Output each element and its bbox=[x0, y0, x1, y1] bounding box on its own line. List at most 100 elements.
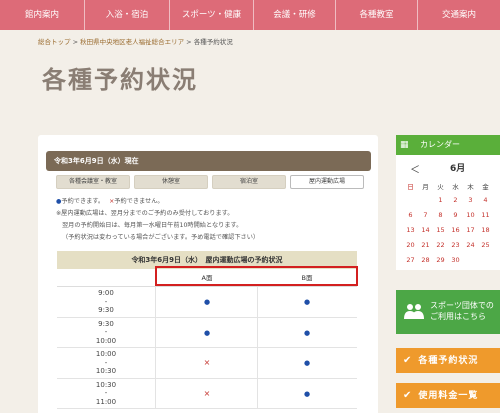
tab-lodging-rooms[interactable]: 宿泊室 bbox=[212, 175, 286, 189]
legend-unavailable-text: 予約できません。 bbox=[114, 198, 164, 205]
calendar-title: カレンダー bbox=[420, 140, 460, 149]
slot-start: 10:30 bbox=[95, 380, 117, 389]
tab-rest-rooms[interactable]: 休憩室 bbox=[134, 175, 208, 189]
slot-dash: - bbox=[104, 297, 108, 306]
calendar-day[interactable]: 9 bbox=[449, 211, 462, 219]
reservation-status-banner[interactable]: ✔ 各種予約状況 bbox=[396, 348, 500, 373]
calendar-day[interactable]: 28 bbox=[419, 256, 432, 264]
breadcrumb-parent-link[interactable]: 秋田県中央地区老人福祉総合エリア bbox=[80, 38, 184, 46]
note-booking-window: ※屋内運動広場は、翌月分までのご予約のみ受付しております。 bbox=[56, 210, 234, 217]
slot-a-status: × bbox=[203, 388, 211, 398]
cell-divider bbox=[155, 348, 156, 378]
calendar-day[interactable]: 23 bbox=[449, 241, 462, 249]
calendar-day[interactable]: 3 bbox=[464, 196, 477, 204]
breadcrumb-home-link[interactable]: 総合トップ bbox=[38, 38, 71, 46]
cell-divider bbox=[155, 287, 156, 317]
slot-dash: - bbox=[104, 358, 108, 367]
calendar-day[interactable]: 7 bbox=[419, 211, 432, 219]
calendar-day[interactable]: 8 bbox=[434, 211, 447, 219]
facility-tabs: 各種会議室・教室 休憩室 宿泊室 屋内運動広場 bbox=[56, 175, 368, 189]
legend: ●予約できます。 ×予約できません。 bbox=[56, 196, 259, 208]
nav-item-sports-health[interactable]: スポーツ・健康 bbox=[170, 0, 254, 30]
slot-b-status[interactable]: ● bbox=[257, 318, 357, 348]
slot-end: 10:00 bbox=[95, 336, 117, 345]
calendar-day[interactable]: 20 bbox=[404, 241, 417, 249]
nav-item-access[interactable]: 交通案内 bbox=[418, 0, 500, 30]
slot-end: 11:00 bbox=[95, 397, 117, 406]
fees-banner-label: 使用料金一覧 bbox=[418, 391, 479, 401]
calendar-day[interactable]: 10 bbox=[464, 211, 477, 219]
slot-b-status[interactable]: ● bbox=[257, 348, 357, 378]
calendar-day[interactable]: 29 bbox=[434, 256, 447, 264]
check-icon: ✔ bbox=[403, 355, 413, 366]
slot-start: 9:30 bbox=[98, 319, 114, 328]
breadcrumb-current: 各種予約状況 bbox=[193, 38, 233, 46]
calendar-weekday: 木 bbox=[467, 183, 474, 191]
calendar-day[interactable]: 24 bbox=[464, 241, 477, 249]
slot-a-status[interactable]: ● bbox=[157, 287, 257, 317]
calendar-header: ▦ カレンダー bbox=[396, 135, 500, 155]
tab-indoor-sports-field[interactable]: 屋内運動広場 bbox=[290, 175, 364, 189]
top-navigation: 館内案内 入浴・宿泊 スポーツ・健康 会議・研修 各種教室 交通案内 bbox=[0, 0, 500, 30]
breadcrumb-separator: > bbox=[184, 38, 194, 46]
slot-start: 10:00 bbox=[95, 350, 117, 358]
calendar-day[interactable]: 14 bbox=[419, 226, 432, 234]
calendar-day[interactable]: 1 bbox=[434, 196, 447, 204]
cell-divider bbox=[155, 317, 156, 348]
breadcrumb-separator: > bbox=[70, 38, 81, 46]
calendar-day[interactable]: 18 bbox=[479, 226, 492, 234]
calendar-day[interactable]: 2 bbox=[449, 196, 462, 204]
note-confirm-by-phone: （予約状況は変わっている場合がございます。予め電話で確認下さい） bbox=[62, 234, 260, 241]
area-highlight-box bbox=[155, 266, 358, 286]
calendar-nav: ＜ 6月 bbox=[396, 161, 500, 177]
calendar-month: 6月 bbox=[450, 164, 466, 174]
slot-time: 10:30-11:00 bbox=[57, 381, 155, 407]
calendar-day[interactable]: 6 bbox=[404, 211, 417, 219]
time-slots: 9:00-9:30 ● ● 9:30-10:00 ● ● 10:00-10:30… bbox=[57, 287, 357, 409]
calendar-icon: ▦ bbox=[400, 140, 409, 150]
check-icon: ✔ bbox=[403, 390, 413, 401]
calendar-day[interactable]: 22 bbox=[434, 241, 447, 249]
slot-end: 10:30 bbox=[95, 367, 117, 375]
calendar-day[interactable]: 17 bbox=[464, 226, 477, 234]
slot-a-status[interactable]: ● bbox=[157, 318, 257, 348]
calendar-day[interactable]: 27 bbox=[404, 256, 417, 264]
calendar-day[interactable]: 4 bbox=[479, 196, 492, 204]
slot-time: 10:00-10:30 bbox=[57, 350, 155, 376]
calendar-widget: ▦ カレンダー ＜ 6月 日 月 火 水 木 金 1 2 3 4 6 7 8 9 … bbox=[396, 135, 500, 270]
calendar-weekday: 金 bbox=[482, 183, 489, 191]
calendar-day[interactable]: 30 bbox=[449, 256, 462, 264]
nav-item-facility-guide[interactable]: 館内案内 bbox=[0, 0, 85, 30]
page-title: 各種予約状況 bbox=[42, 65, 198, 94]
calendar-day[interactable]: 11 bbox=[479, 211, 492, 219]
slot-time: 9:00-9:30 bbox=[57, 289, 155, 315]
breadcrumb: 総合トップ > 秋田県中央地区老人福祉総合エリア > 各種予約状況 bbox=[38, 36, 233, 46]
table-row: 9:30-10:00 ● ● bbox=[57, 317, 357, 348]
slot-dash: - bbox=[104, 389, 108, 397]
reservation-notes: ●予約できます。 ×予約できません。 ※屋内運動広場は、翌月分までのご予約のみ受… bbox=[56, 196, 259, 244]
calendar-day[interactable]: 13 bbox=[404, 226, 417, 234]
calendar-weekday: 日 bbox=[407, 183, 414, 191]
calendar-day[interactable]: 16 bbox=[449, 226, 462, 234]
table-row: 10:00-10:30 × ● bbox=[57, 348, 357, 379]
slot-start: 9:00 bbox=[98, 289, 114, 297]
sports-banner-line1: スポーツ団体での bbox=[430, 301, 494, 310]
calendar-day[interactable]: 21 bbox=[419, 241, 432, 249]
calendar-prev-button[interactable]: ＜ bbox=[410, 161, 420, 176]
nav-item-classes[interactable]: 各種教室 bbox=[336, 0, 418, 30]
status-date-bar: 令和3年6月9日（水）現在 bbox=[46, 151, 371, 171]
calendar-weekday: 火 bbox=[437, 183, 444, 191]
slot-b-status[interactable]: ● bbox=[257, 287, 357, 317]
sports-banner-line2: ご利用はこちら bbox=[430, 312, 486, 321]
sports-groups-banner[interactable]: スポーツ団体での ご利用はこちら bbox=[396, 290, 500, 334]
slot-dash: - bbox=[104, 328, 108, 336]
fees-banner[interactable]: ✔ 使用料金一覧 bbox=[396, 383, 500, 408]
nav-item-bath-stay[interactable]: 入浴・宿泊 bbox=[85, 0, 170, 30]
calendar-day[interactable]: 25 bbox=[479, 241, 492, 249]
slot-b-status[interactable]: ● bbox=[257, 379, 357, 409]
calendar-day[interactable]: 15 bbox=[434, 226, 447, 234]
table-row: 10:30-11:00 × ● bbox=[57, 378, 357, 409]
cell-divider bbox=[155, 378, 156, 409]
nav-item-meeting-training[interactable]: 会議・研修 bbox=[254, 0, 336, 30]
tab-meeting-rooms[interactable]: 各種会議室・教室 bbox=[56, 175, 130, 189]
